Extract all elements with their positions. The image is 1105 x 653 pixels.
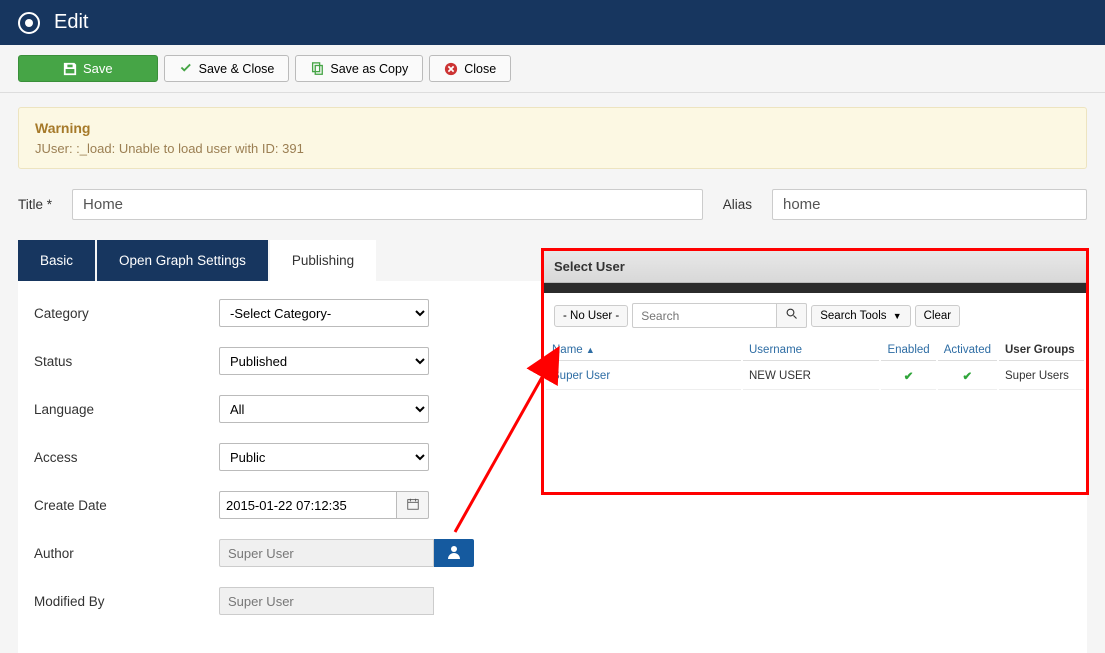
sort-asc-icon: ▲: [586, 345, 595, 355]
select-author-button[interactable]: [434, 539, 474, 567]
modal-spacer: [544, 392, 1086, 492]
copy-icon: [310, 62, 324, 76]
access-label: Access: [34, 450, 219, 465]
user-username: NEW USER: [743, 363, 879, 390]
col-username[interactable]: Username: [743, 340, 879, 361]
action-toolbar: Save Save & Close Save as Copy Close: [0, 45, 1105, 93]
calendar-icon: [406, 497, 420, 514]
title-input[interactable]: [72, 189, 703, 220]
close-label: Close: [464, 62, 496, 76]
user-search-button[interactable]: [777, 303, 807, 328]
alert-text: JUser: :_load: Unable to load user with …: [35, 141, 1070, 156]
access-select[interactable]: Public: [219, 443, 429, 471]
col-activated[interactable]: Activated: [938, 340, 997, 361]
author-label: Author: [34, 546, 219, 561]
user-table: Name ▲ Username Enabled Activated User G…: [544, 338, 1086, 392]
col-user-groups: User Groups: [999, 340, 1084, 361]
target-icon: [18, 12, 40, 34]
modal-title: Select User: [544, 251, 1086, 283]
user-link-super-user[interactable]: Super User: [546, 363, 741, 390]
title-label: Title *: [18, 197, 52, 212]
close-icon: [444, 62, 458, 76]
clear-button[interactable]: Clear: [915, 305, 960, 327]
alias-label: Alias: [723, 197, 752, 212]
modified-by-input: [219, 587, 434, 615]
category-label: Category: [34, 306, 219, 321]
save-close-button[interactable]: Save & Close: [164, 55, 290, 82]
modified-by-label: Modified By: [34, 594, 219, 609]
tab-basic[interactable]: Basic: [18, 240, 95, 281]
page-header: Edit: [0, 0, 1105, 45]
author-input: [219, 539, 434, 567]
close-button[interactable]: Close: [429, 55, 511, 82]
user-groups: Super Users: [999, 363, 1084, 390]
modal-toolbar: - No User - Search Tools ▼ Clear: [544, 293, 1086, 338]
save-copy-button[interactable]: Save as Copy: [295, 55, 423, 82]
status-select[interactable]: Published: [219, 347, 429, 375]
save-close-label: Save & Close: [199, 62, 275, 76]
select-user-modal: Select User - No User - Search Tools ▼ C…: [541, 248, 1089, 495]
caret-down-icon: ▼: [893, 311, 902, 321]
col-name[interactable]: Name ▲: [546, 340, 741, 361]
tab-open-graph[interactable]: Open Graph Settings: [97, 240, 268, 281]
col-enabled[interactable]: Enabled: [881, 340, 935, 361]
warning-alert: Warning JUser: :_load: Unable to load us…: [18, 107, 1087, 169]
check-icon: [179, 62, 193, 76]
save-button[interactable]: Save: [18, 55, 158, 82]
modal-divider: [544, 283, 1086, 293]
language-label: Language: [34, 402, 219, 417]
save-copy-label: Save as Copy: [330, 62, 408, 76]
title-row: Title * Alias: [0, 183, 1105, 226]
enabled-check-icon: ✔: [904, 371, 914, 383]
status-label: Status: [34, 354, 219, 369]
search-icon: [786, 308, 798, 323]
activated-check-icon: ✔: [963, 371, 973, 383]
tab-publishing[interactable]: Publishing: [270, 240, 376, 281]
alias-input[interactable]: [772, 189, 1087, 220]
create-date-label: Create Date: [34, 498, 219, 513]
save-icon: [63, 62, 77, 76]
save-label: Save: [83, 61, 113, 76]
calendar-button[interactable]: [397, 491, 429, 519]
create-date-input[interactable]: [219, 491, 397, 519]
user-search-input[interactable]: [632, 303, 777, 328]
alert-title: Warning: [35, 120, 1070, 136]
user-icon: [446, 544, 462, 563]
no-user-button[interactable]: - No User -: [554, 305, 628, 327]
category-select[interactable]: -Select Category-: [219, 299, 429, 327]
language-select[interactable]: All: [219, 395, 429, 423]
table-row: Super User NEW USER ✔ ✔ Super Users: [546, 363, 1084, 390]
page-title: Edit: [54, 11, 88, 34]
search-tools-button[interactable]: Search Tools ▼: [811, 305, 910, 327]
